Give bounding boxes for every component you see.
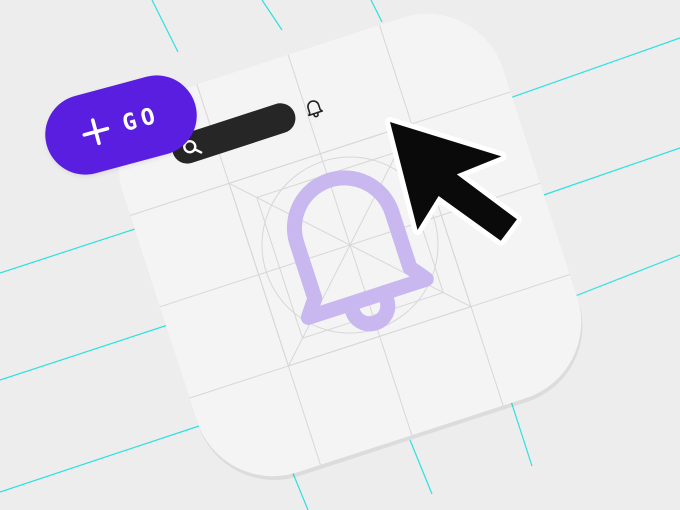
app-card <box>118 13 583 481</box>
guide-line <box>0 227 139 274</box>
app-card-surface <box>118 13 582 477</box>
guide-line <box>151 0 179 53</box>
guide-line <box>509 397 533 467</box>
guide-line <box>564 254 680 301</box>
guide-line <box>0 423 206 493</box>
plus-icon <box>82 118 110 146</box>
guide-line <box>489 37 680 106</box>
go-button-label: GO <box>119 102 163 138</box>
guide-line <box>409 439 433 495</box>
guide-line <box>534 147 680 199</box>
illustration-scene <box>0 0 680 510</box>
guide-line <box>0 322 175 381</box>
guide-line <box>261 0 283 31</box>
guide-line <box>370 0 383 23</box>
